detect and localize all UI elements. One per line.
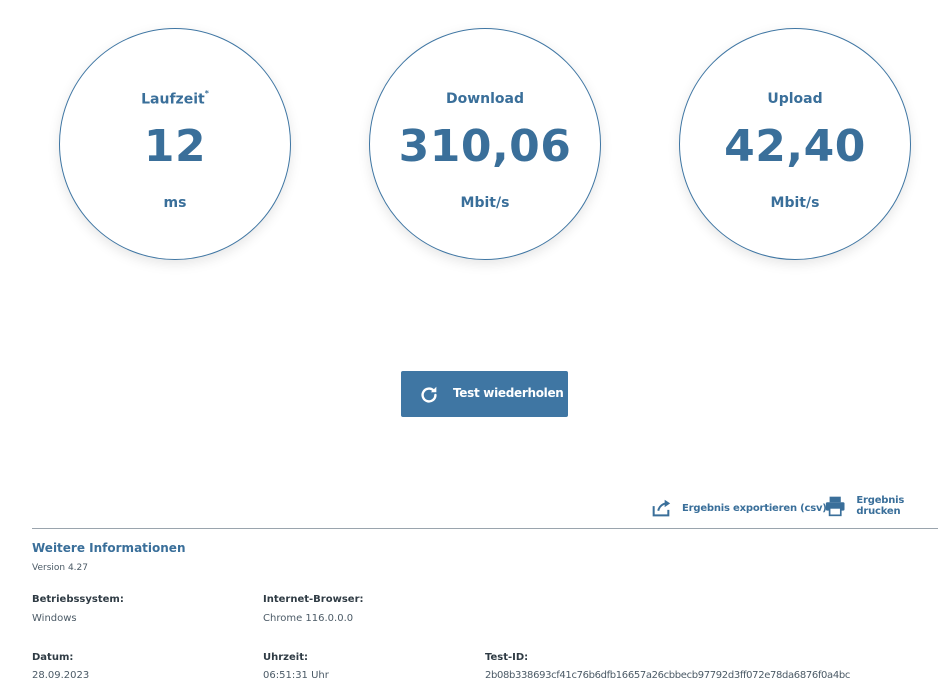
os-value: Windows	[32, 613, 77, 624]
date-label: Datum:	[32, 652, 74, 663]
browser-value: Chrome 116.0.0.0	[263, 613, 354, 624]
printer-icon	[825, 496, 845, 517]
latency-footnote-marker: *	[204, 89, 209, 98]
repeat-test-label: Test wiederholen	[453, 386, 564, 400]
time-value: 06:51:31 Uhr	[263, 670, 329, 681]
latency-gauge: Laufzeit* 12 ms	[59, 28, 291, 260]
upload-unit: Mbit/s	[770, 195, 820, 211]
version-text: Version 4.27	[32, 563, 88, 573]
os-label: Betriebssystem:	[32, 594, 124, 605]
refresh-icon	[421, 386, 437, 403]
export-icon	[652, 499, 671, 517]
download-label: Download	[445, 91, 525, 107]
latency-value: 12	[143, 121, 207, 172]
download-unit: Mbit/s	[460, 195, 510, 211]
print-result-link[interactable]: Ergebnis drucken	[824, 494, 945, 518]
repeat-test-button[interactable]: Test wiederholen	[401, 371, 568, 417]
section-divider	[32, 528, 938, 529]
info-section-title: Weitere Informationen	[32, 541, 186, 555]
date-value: 28.09.2023	[32, 670, 90, 681]
test-id-value: 2b08b338693cf41c76b6dfb16657a26cbbecb977…	[485, 670, 850, 681]
upload-value: 42,40	[724, 121, 866, 172]
export-csv-label: Ergebnis exportieren (csv)	[682, 502, 827, 514]
browser-label: Internet-Browser:	[263, 594, 364, 605]
latency-unit: ms	[163, 195, 187, 211]
download-value: 310,06	[398, 121, 572, 172]
export-csv-link[interactable]: Ergebnis exportieren (csv)	[650, 497, 827, 519]
test-id-label: Test-ID:	[485, 652, 529, 663]
download-gauge: Download 310,06 Mbit/s	[369, 28, 601, 260]
upload-gauge: Upload 42,40 Mbit/s	[679, 28, 911, 260]
time-label: Uhrzeit:	[263, 652, 308, 663]
latency-label: Laufzeit*	[141, 89, 209, 108]
upload-label: Upload	[767, 91, 823, 107]
print-result-label: Ergebnis drucken	[856, 495, 905, 517]
